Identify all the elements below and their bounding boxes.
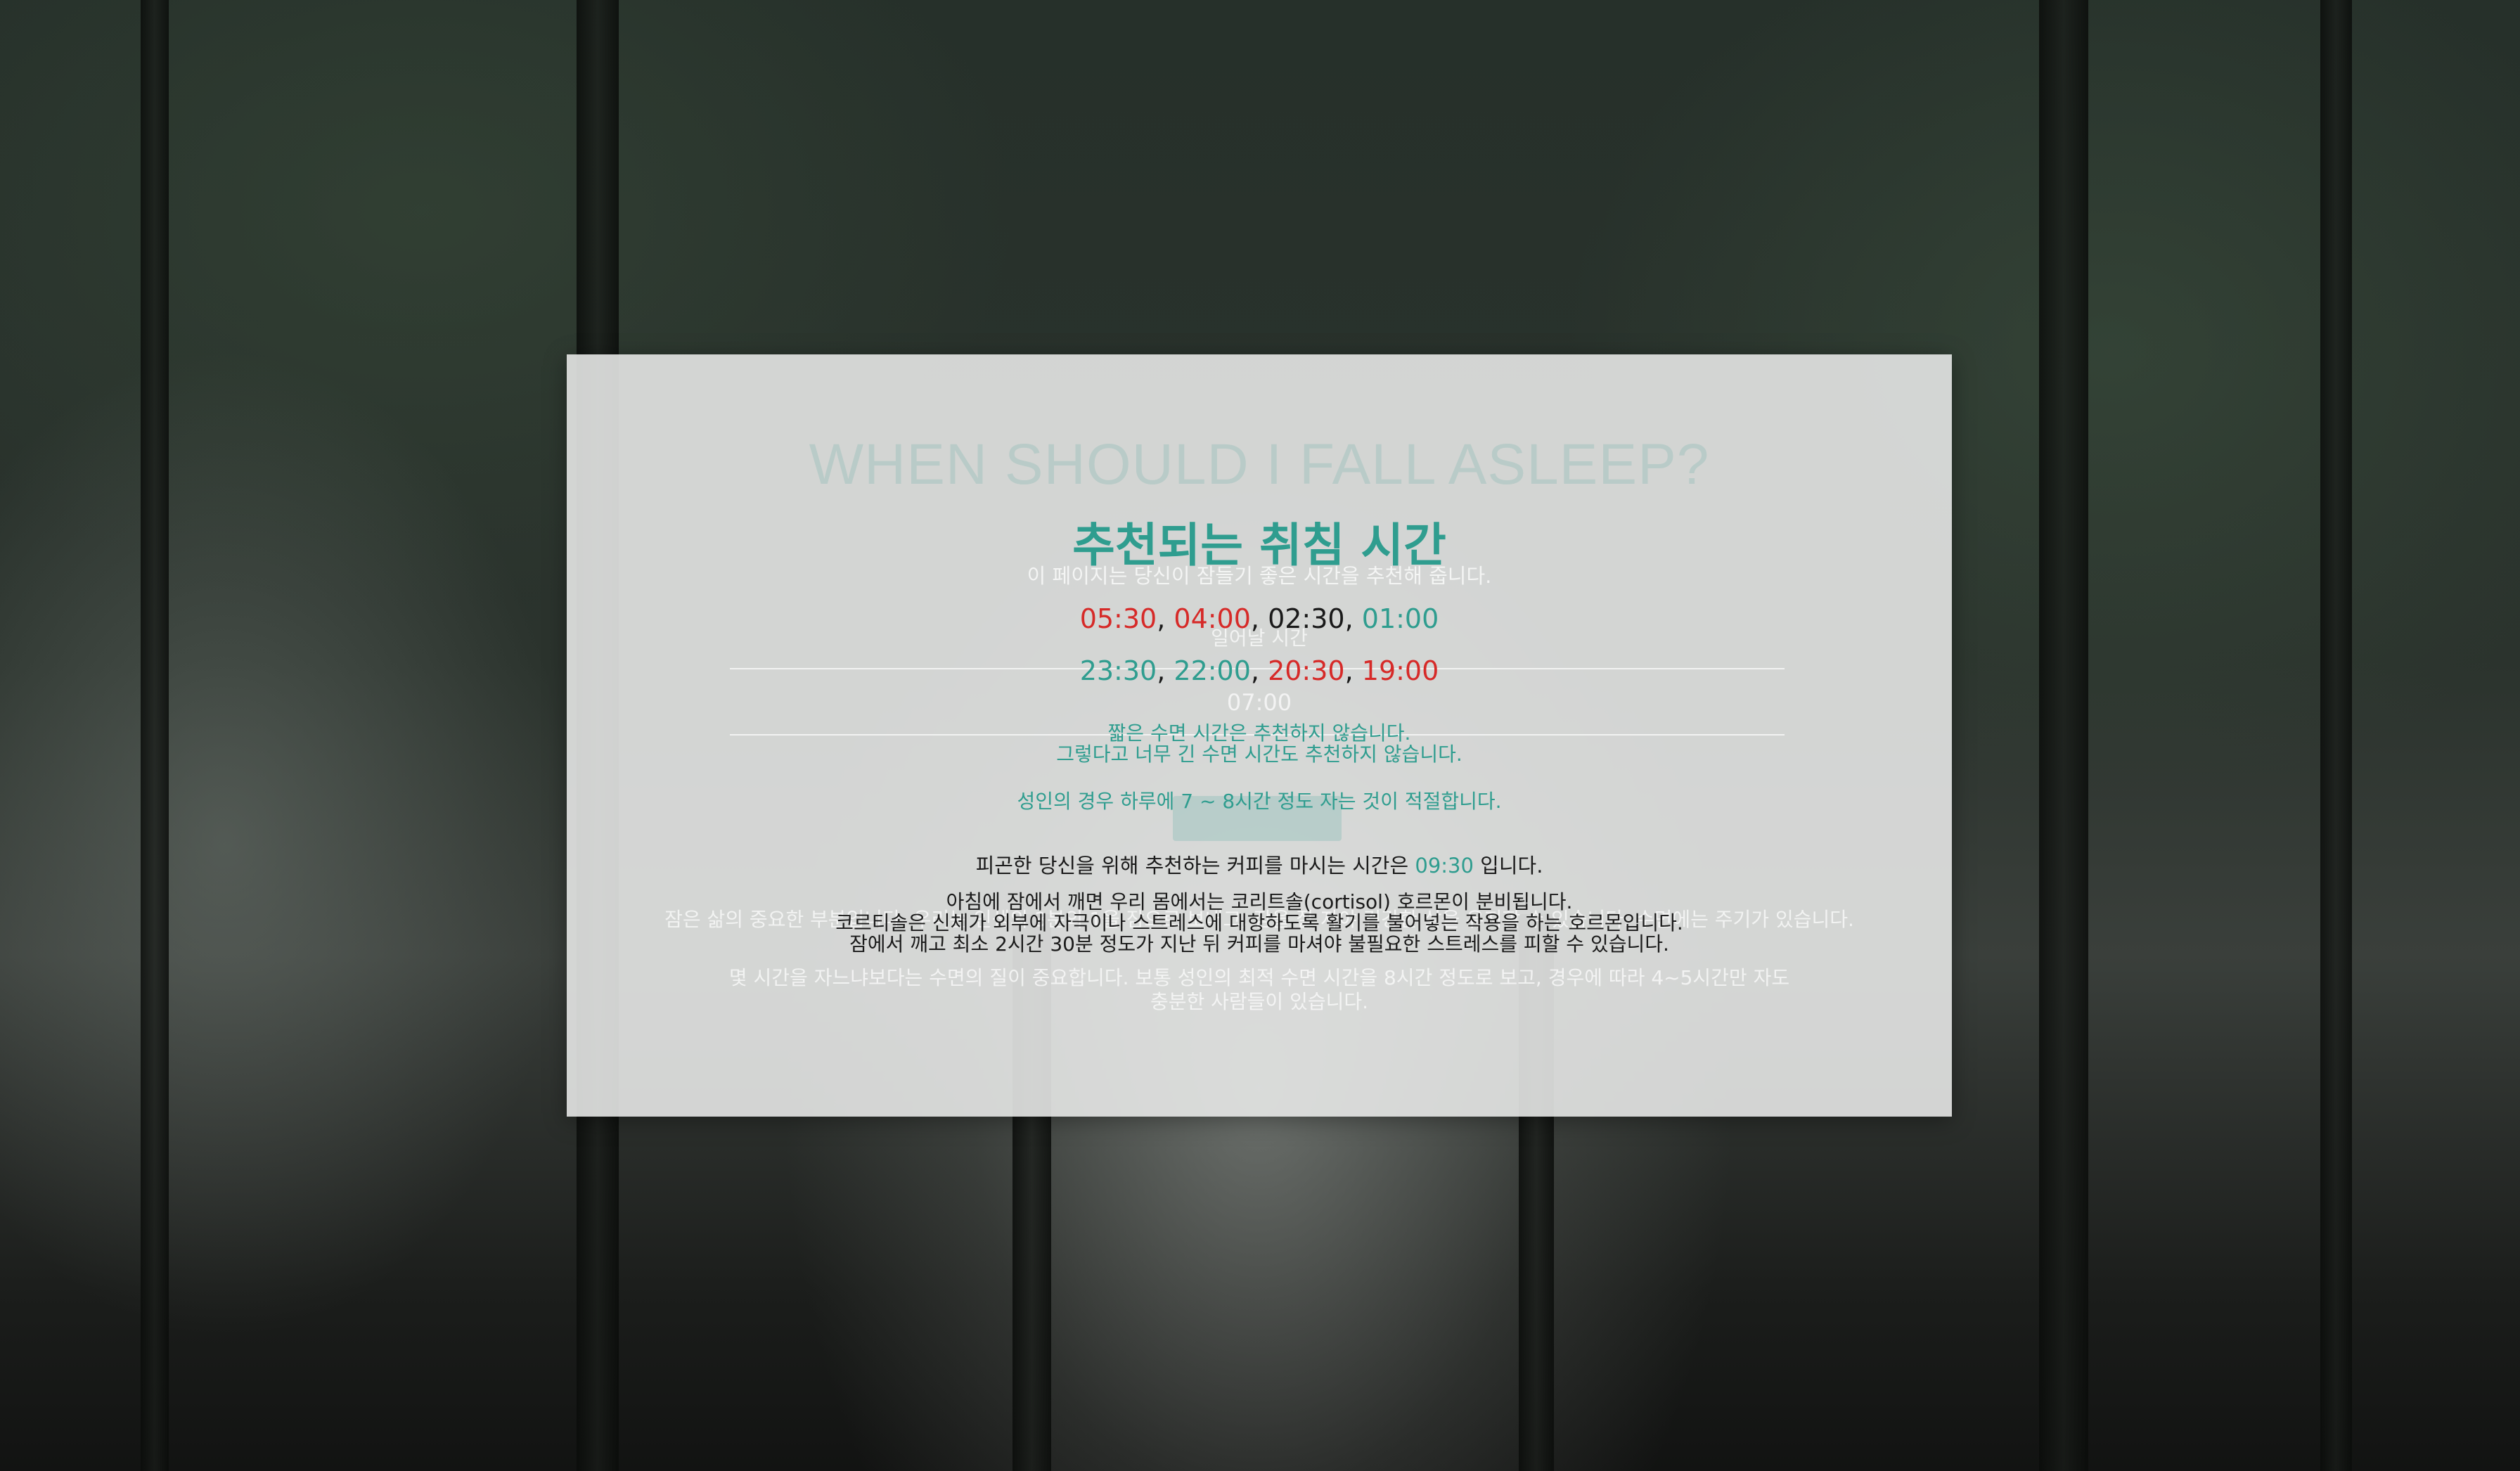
time-separator: , (1157, 655, 1174, 686)
coffee-recommendation: 피곤한 당신을 위해 추천하는 커피를 마시는 시간은 09:30 입니다. (567, 849, 1952, 879)
ghost-paragraph-line: 충분한 사람들이 있습니다. (1150, 990, 1369, 1013)
bedtime-value: 20:30 (1268, 655, 1345, 686)
time-separator: , (1157, 603, 1174, 634)
bedtime-value: 02:30 (1268, 603, 1345, 634)
bedtime-value: 22:00 (1174, 655, 1251, 686)
sleep-length-note: 짧은 수면 시간은 추천하지 않습니다. 그렇다고 너무 긴 수면 시간도 추천… (567, 723, 1952, 765)
result-card: WHEN SHOULD I FALL ASLEEP? 이 페이지는 당신이 잠들… (567, 354, 1952, 1117)
bedtime-value: 04:00 (1174, 603, 1251, 634)
note-line: 짧은 수면 시간은 추천하지 않습니다. (1107, 721, 1411, 745)
bedtime-value: 19:00 (1361, 655, 1439, 686)
time-separator: , (1250, 603, 1268, 634)
ghost-page-title: WHEN SHOULD I FALL ASLEEP? (809, 432, 1710, 496)
bedtimes-row-2: 23:30, 22:00, 20:30, 19:00 (567, 655, 1952, 686)
coffee-time: 09:30 (1415, 854, 1474, 878)
tree-trunk (2039, 0, 2088, 1471)
coffee-suffix: 입니다. (1473, 854, 1543, 878)
time-separator: , (1250, 655, 1268, 686)
cortisol-line: 코르티솔은 신체가 외부에 자극이나 스트레스에 대항하도록 활기를 불어넣는 … (835, 911, 1683, 934)
time-separator: , (1344, 603, 1362, 634)
cortisol-line: 잠에서 깨고 최소 2시간 30분 정도가 지난 뒤 커피를 마셔야 불필요한 … (849, 932, 1669, 956)
time-separator: , (1344, 655, 1362, 686)
bedtime-value: 05:30 (1079, 603, 1157, 634)
cortisol-line: 아침에 잠에서 깨면 우리 몸에서는 코리트솔(cortisol) 호르몬이 분… (946, 890, 1573, 913)
ghost-wake-time: 07:00 (1226, 689, 1292, 716)
adult-sleep-note: 성인의 경우 하루에 7 ~ 8시간 정도 자는 것이 적절합니다. (1017, 790, 1502, 813)
result-title: 추천되는 취침 시간 (1072, 518, 1446, 572)
bedtimes-row-1: 05:30, 04:00, 02:30, 01:00 (567, 603, 1952, 634)
bedtime-value: 01:00 (1361, 603, 1439, 634)
ghost-paragraph: 몇 시간을 자느냐보다는 수면의 질이 중요합니다. 보통 성인의 최적 수면 … (567, 966, 1952, 1014)
coffee-prefix: 피곤한 당신을 위해 추천하는 커피를 마시는 시간은 (975, 854, 1415, 878)
tree-trunk (2320, 0, 2352, 1471)
bedtime-value: 23:30 (1079, 655, 1157, 686)
cortisol-explanation: 아침에 잠에서 깨면 우리 몸에서는 코리트솔(cortisol) 호르몬이 분… (567, 892, 1952, 955)
note-line: 그렇다고 너무 긴 수면 시간도 추천하지 않습니다. (1056, 743, 1462, 766)
tree-trunk (141, 0, 169, 1471)
ghost-paragraph-line: 몇 시간을 자느냐보다는 수면의 질이 중요합니다. 보통 성인의 최적 수면 … (728, 966, 1790, 989)
